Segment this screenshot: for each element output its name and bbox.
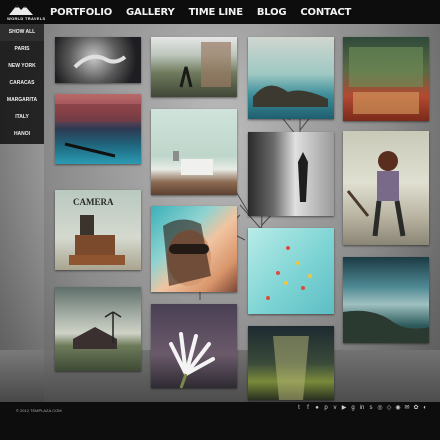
photo-balloons-sky[interactable] <box>248 228 334 314</box>
photo-child-window[interactable] <box>248 132 334 216</box>
filter-new-york[interactable]: NEW YORK <box>0 58 44 75</box>
copyright-text: © 2012 TEMPLAZA.COM <box>16 408 62 413</box>
nav-time-line[interactable]: TIME LINE <box>189 7 244 18</box>
deviantart-icon[interactable]: ◇ <box>386 405 392 411</box>
photo-woman-sunglasses[interactable] <box>151 206 237 292</box>
photo-coast-cliff[interactable] <box>343 257 429 343</box>
linkedin-icon[interactable]: in <box>359 405 365 411</box>
youtube-icon[interactable]: ▶ <box>341 405 347 411</box>
lastfm-icon[interactable]: ◐ <box>422 405 428 411</box>
nav-portfolio[interactable]: PORTFOLIO <box>50 7 112 18</box>
photo-camera-box[interactable]: CAMERA <box>55 190 141 270</box>
myspace-icon[interactable]: ✿ <box>413 405 419 411</box>
nav-gallery[interactable]: GALLERY <box>126 7 175 18</box>
nav-blog[interactable]: BLOG <box>257 7 287 18</box>
page-footer: © 2012 TEMPLAZA.COM t f ● p v ▶ g in s ◎… <box>0 402 440 440</box>
photo-sea-rock-arch[interactable] <box>248 37 334 119</box>
filter-italy[interactable]: ITALY <box>0 109 44 126</box>
camera-sign-text: CAMERA <box>73 197 114 207</box>
photo-street-girl[interactable] <box>151 37 237 97</box>
pinterest-icon[interactable]: p <box>323 405 329 411</box>
filter-paris[interactable]: PARIS <box>0 41 44 58</box>
mountain-logo-icon <box>9 5 33 15</box>
photo-woman-bench[interactable] <box>343 131 429 245</box>
twitter-icon[interactable]: t <box>296 405 302 411</box>
filter-show-all[interactable]: SHOW ALL <box>0 24 44 41</box>
category-filter-sidebar: SHOW ALL PARIS NEW YORK CARACAS MARGARIT… <box>0 24 44 144</box>
photo-child-hands[interactable] <box>55 37 141 83</box>
brand-name: WORLD TRAVELS <box>7 16 46 21</box>
vimeo-icon[interactable]: v <box>332 405 338 411</box>
photo-shop-window[interactable] <box>343 37 429 121</box>
top-navigation-bar: WORLD TRAVELS PORTFOLIO GALLERY TIME LIN… <box>0 0 440 24</box>
filter-hanoi[interactable]: HANOI <box>0 126 44 143</box>
filter-caracas[interactable]: CARACAS <box>0 75 44 92</box>
dribbble-icon[interactable]: ◎ <box>377 405 383 411</box>
photo-tunnel-corridor[interactable] <box>248 326 334 400</box>
filter-margarita[interactable]: MARGARITA <box>0 92 44 109</box>
photo-white-flower[interactable] <box>151 304 237 388</box>
rss-icon[interactable]: ◉ <box>395 405 401 411</box>
photo-venice-canal[interactable] <box>55 94 141 164</box>
nav-contact[interactable]: CONTACT <box>300 7 351 18</box>
googleplus-icon[interactable]: g <box>350 405 356 411</box>
social-icons: t f ● p v ▶ g in s ◎ ◇ ◉ ✉ ✿ ◐ <box>296 405 428 411</box>
flickr-icon[interactable]: ● <box>314 405 320 411</box>
photo-rooftop-chimney[interactable] <box>151 109 237 195</box>
photo-old-house[interactable] <box>55 287 141 371</box>
skype-icon[interactable]: s <box>368 405 374 411</box>
email-icon[interactable]: ✉ <box>404 405 410 411</box>
main-nav: PORTFOLIO GALLERY TIME LINE BLOG CONTACT <box>50 0 365 24</box>
facebook-icon[interactable]: f <box>305 405 311 411</box>
brand-logo[interactable]: WORLD TRAVELS <box>3 1 46 23</box>
